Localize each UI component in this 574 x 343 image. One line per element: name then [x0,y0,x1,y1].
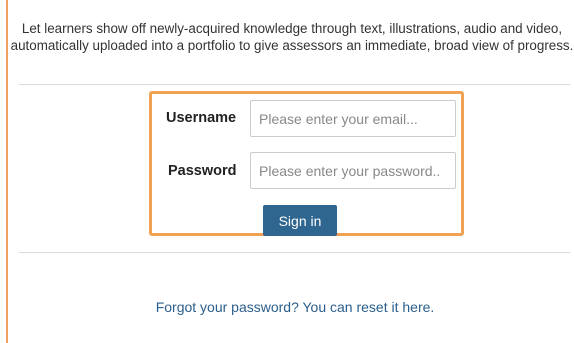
page-left-border [6,0,8,343]
sign-in-button[interactable]: Sign in [263,205,337,236]
intro-text: Let learners show off newly-acquired kno… [10,21,574,53]
forgot-password-link[interactable]: Forgot your password? You can reset it h… [0,299,574,315]
bottom-divider [19,252,570,253]
password-label: Password [168,163,237,179]
password-input[interactable] [250,152,456,189]
username-input[interactable] [250,100,456,137]
top-divider [19,84,570,85]
login-page: Let learners show off newly-acquired kno… [0,0,574,343]
username-label: Username [166,110,237,126]
